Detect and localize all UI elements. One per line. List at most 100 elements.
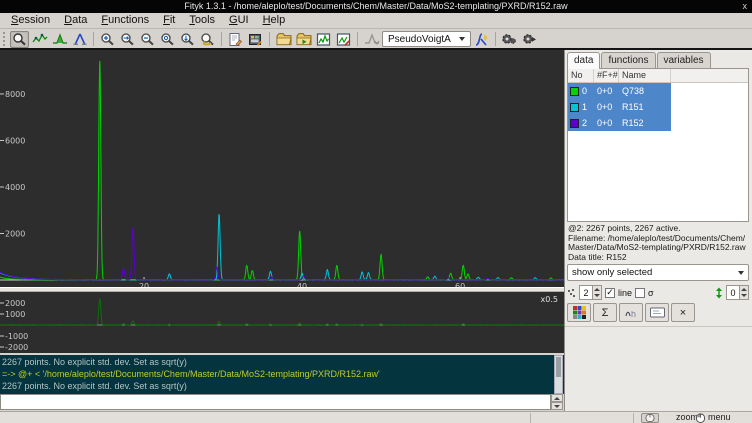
dataset-fz: 0+0 [594, 86, 619, 96]
zoom-previous-icon[interactable] [198, 31, 217, 48]
aux-plot-canvas: 20001000-1000-2000x0.5 [0, 292, 564, 353]
main-plot[interactable]: 2040602000400060008000 [0, 50, 564, 287]
zoom-mode-icon[interactable] [10, 31, 29, 48]
sigma-checkbox[interactable] [635, 288, 645, 298]
console-line: 2267 points. No explicit std. dev. Set a… [2, 380, 554, 392]
main-toolbar: PseudoVoigtA [0, 30, 752, 50]
open-data-icon[interactable] [274, 31, 293, 48]
save-session-icon[interactable] [334, 31, 353, 48]
sigma-checkbox-label: σ [648, 288, 654, 298]
dataset-no: 1 [582, 102, 594, 112]
add-peak-auto-icon[interactable] [472, 31, 491, 48]
execute-script-icon[interactable] [294, 31, 313, 48]
dataset-color-swatch[interactable] [570, 119, 579, 128]
show-filter-dropdown[interactable]: show only selected [567, 264, 749, 281]
activate-data-mode-icon[interactable] [70, 31, 89, 48]
sidebar-tabs: data functions variables [567, 52, 711, 68]
save-image-icon[interactable] [314, 31, 333, 48]
mouse-buttons-icon [695, 413, 706, 423]
rename-button[interactable] [619, 303, 643, 322]
zoom-in-icon[interactable] [98, 31, 117, 48]
title-bar: Fityk 1.3.1 - /home/aleplo/test/Document… [0, 0, 752, 13]
settings-icon[interactable] [246, 31, 265, 48]
info-title: Data title: R152 [568, 253, 751, 263]
fit-run-icon[interactable] [500, 31, 519, 48]
console-scrollbar-thumb[interactable] [556, 357, 561, 377]
svg-text:4000: 4000 [5, 183, 25, 192]
svg-text:-2000: -2000 [5, 343, 28, 352]
column-header-no: No [568, 69, 594, 82]
tab-data[interactable]: data [567, 52, 600, 69]
zoom-all-icon[interactable] [158, 31, 177, 48]
zoom-y-in-icon[interactable] [178, 31, 197, 48]
menu-tools[interactable]: Tools [182, 13, 222, 28]
menu-help[interactable]: Help [256, 13, 293, 28]
dataset-color-swatch[interactable] [570, 87, 579, 96]
fit-continue-icon[interactable] [520, 31, 539, 48]
point-size-spinner[interactable]: 2 [579, 285, 602, 300]
edit-script-icon[interactable] [226, 31, 245, 48]
chevron-down-icon [738, 271, 744, 275]
console-scrollbar[interactable] [554, 355, 563, 394]
add-peak-mode-icon[interactable] [50, 31, 69, 48]
sum-button[interactable]: Σ [593, 303, 617, 322]
dataset-fz: 0+0 [594, 102, 619, 112]
menu-functions[interactable]: Functions [94, 13, 156, 28]
mouse-hint-button[interactable] [641, 413, 659, 423]
y-shift-value: 0 [727, 286, 739, 299]
toolbar-grip [3, 32, 6, 46]
dataset-name: R152 [619, 118, 644, 128]
spin-up-icon[interactable] [551, 394, 563, 402]
output-console[interactable]: 2267 points. No explicit std. dev. Set a… [0, 355, 564, 394]
aux-plot[interactable]: 20001000-1000-2000x0.5 [0, 292, 564, 353]
info-filename: Filename: /home/aleplo/test/Documents/Ch… [568, 234, 751, 253]
svg-text:2000: 2000 [5, 230, 25, 239]
window-title: Fityk 1.3.1 - /home/aleplo/test/Document… [184, 1, 567, 11]
command-history-spinner[interactable] [551, 394, 563, 410]
spin-down-icon[interactable] [592, 293, 601, 300]
dataset-color-swatch[interactable] [570, 103, 579, 112]
menu-data[interactable]: Data [57, 13, 94, 28]
main-plot-canvas: 2040602000400060008000 [0, 50, 564, 287]
data-range-mode-icon[interactable] [30, 31, 49, 48]
zoom-out-icon[interactable] [138, 31, 157, 48]
svg-text:6000: 6000 [5, 136, 25, 145]
toolbar-separator [357, 32, 358, 46]
color-grid-icon [573, 306, 586, 319]
delete-dataset-button[interactable]: × [671, 303, 695, 322]
spin-down-icon[interactable] [739, 293, 748, 300]
svg-text:-1000: -1000 [5, 332, 28, 341]
rename-icon [624, 307, 638, 319]
toolbar-separator [221, 32, 222, 46]
svg-text:1000: 1000 [5, 310, 25, 319]
y-shift-spinner[interactable]: 0 [726, 285, 749, 300]
editor-button[interactable] [645, 303, 669, 322]
column-header-name: Name [619, 69, 671, 82]
svg-text:x0.5: x0.5 [541, 295, 558, 304]
menu-fit[interactable]: Fit [156, 13, 182, 28]
spin-down-icon[interactable] [551, 402, 563, 410]
color-map-button[interactable] [567, 303, 591, 322]
line-checkbox[interactable]: ✓ [605, 288, 615, 298]
tab-variables[interactable]: variables [657, 52, 711, 68]
table-row[interactable]: 20+0R152 [568, 115, 748, 131]
menu-session[interactable]: Session [4, 13, 57, 28]
menu-gui[interactable]: GUI [222, 13, 256, 28]
display-controls: 2 ✓ line σ 0 [567, 284, 749, 301]
sidebar: data functions variables No #F+# Name 00… [564, 50, 752, 411]
table-row[interactable]: 00+0Q738 [568, 83, 748, 99]
command-input[interactable] [0, 394, 551, 410]
mouse-icon [645, 414, 655, 422]
close-icon[interactable]: x [743, 0, 748, 13]
table-row[interactable]: 10+0R151 [568, 99, 748, 115]
tab-functions[interactable]: functions [601, 52, 655, 68]
line-checkbox-label: line [618, 288, 632, 298]
toolbar-separator [495, 32, 496, 46]
auto-add-icon[interactable] [362, 31, 381, 48]
dataset-name: R151 [619, 102, 644, 112]
dataset-table: No #F+# Name 00+0Q738 10+0R151 20+0R152 [567, 68, 749, 222]
statusbar-divider [633, 413, 634, 423]
peak-type-select[interactable]: PseudoVoigtA [382, 31, 471, 47]
dataset-fz: 0+0 [594, 118, 619, 128]
zoom-x-in-icon[interactable] [118, 31, 137, 48]
